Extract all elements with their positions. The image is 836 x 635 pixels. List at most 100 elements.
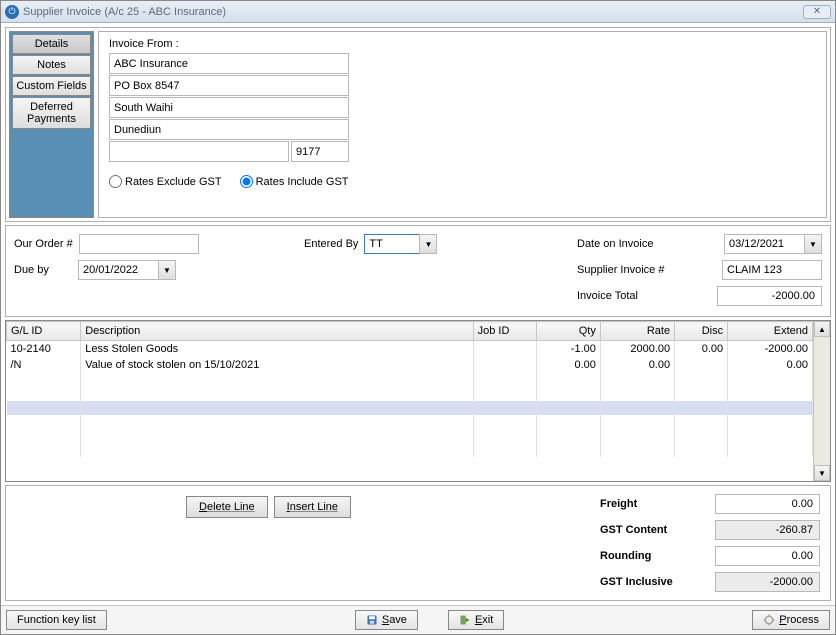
top-section: Details Notes Custom Fields Deferred Pay… (5, 27, 831, 222)
grid-scrollbar[interactable]: ▲ ▼ (813, 321, 830, 481)
date-on-invoice-combo[interactable]: ▼ (724, 234, 822, 254)
cell-gl[interactable]: 10-2140 (7, 341, 81, 358)
titlebar: ⏻ Supplier Invoice (A/c 25 - ABC Insuran… (1, 1, 835, 23)
cell-job[interactable] (473, 357, 537, 373)
col-header-qty[interactable]: Qty (537, 322, 601, 341)
supplier-zip-input[interactable] (291, 141, 349, 162)
content-area: Details Notes Custom Fields Deferred Pay… (1, 23, 835, 605)
col-header-desc[interactable]: Description (81, 322, 473, 341)
cell-ext[interactable]: -2000.00 (728, 341, 813, 358)
date-on-invoice-input[interactable] (724, 234, 804, 254)
table-row-empty[interactable] (7, 443, 813, 457)
entered-by-dropdown[interactable]: ▼ (419, 234, 437, 254)
gst-radio-group: Rates Exclude GST Rates Include GST (109, 175, 816, 188)
cell-qty[interactable]: 0.00 (537, 357, 601, 373)
app-icon: ⏻ (5, 5, 19, 19)
cell-disc[interactable]: 0.00 (675, 341, 728, 358)
table-row-empty[interactable] (7, 429, 813, 443)
insert-line-button[interactable]: Insert Line (274, 496, 351, 518)
supplier-addr3-input[interactable] (109, 119, 349, 140)
window-frame: ⏻ Supplier Invoice (A/c 25 - ABC Insuran… (0, 0, 836, 635)
scroll-up-button[interactable]: ▲ (814, 321, 830, 337)
table-row-empty[interactable] (7, 373, 813, 387)
radio-include-gst-input[interactable] (240, 175, 253, 188)
due-by-label: Due by (14, 264, 72, 276)
radio-exclude-gst-input[interactable] (109, 175, 122, 188)
mid-section: Our Order # Entered By ▼ Date on Invoice (5, 225, 831, 317)
delete-line-button[interactable]: Delete Line (186, 496, 268, 518)
window-title: Supplier Invoice (A/c 25 - ABC Insurance… (23, 6, 803, 18)
table-row[interactable]: 10-2140 Less Stolen Goods -1.00 2000.00 … (7, 341, 813, 358)
supplier-addr4-input[interactable] (109, 141, 289, 162)
entered-by-input[interactable] (364, 234, 419, 254)
gst-content-value (715, 520, 820, 540)
grid-section: G/L ID Description Job ID Qty Rate Disc … (5, 320, 831, 482)
entered-by-combo[interactable]: ▼ (364, 234, 437, 254)
radio-exclude-gst-label: Rates Exclude GST (125, 176, 222, 188)
lines-grid[interactable]: G/L ID Description Job ID Qty Rate Disc … (6, 321, 813, 457)
statusbar: Function key list Save Exit Process (1, 605, 835, 634)
due-by-combo[interactable]: ▼ (78, 260, 176, 280)
table-row[interactable]: /N Value of stock stolen on 15/10/2021 0… (7, 357, 813, 373)
cell-rate[interactable]: 2000.00 (600, 341, 674, 358)
totals-section: Delete Line Insert Line Freight GST Cont… (5, 485, 831, 601)
gst-inclusive-value (715, 572, 820, 592)
cell-rate[interactable]: 0.00 (600, 357, 674, 373)
exit-button[interactable]: Exit (448, 610, 504, 630)
freight-input[interactable] (715, 494, 820, 514)
col-header-disc[interactable]: Disc (675, 322, 728, 341)
our-order-label: Our Order # (14, 238, 73, 250)
process-icon (763, 614, 775, 626)
tab-notes[interactable]: Notes (12, 55, 91, 75)
col-header-job[interactable]: Job ID (473, 322, 537, 341)
col-header-rate[interactable]: Rate (600, 322, 674, 341)
table-row-empty[interactable] (7, 415, 813, 429)
gst-inclusive-label: GST Inclusive (600, 576, 705, 588)
radio-exclude-gst[interactable]: Rates Exclude GST (109, 175, 222, 188)
cell-desc[interactable]: Less Stolen Goods (81, 341, 473, 358)
scroll-down-button[interactable]: ▼ (814, 465, 830, 481)
rounding-input[interactable] (715, 546, 820, 566)
supplier-addr1-input[interactable] (109, 75, 349, 96)
col-header-gl[interactable]: G/L ID (7, 322, 81, 341)
cell-disc[interactable] (675, 357, 728, 373)
date-on-invoice-label: Date on Invoice (577, 238, 682, 250)
invoice-from-panel: Invoice From : Rates Exclude GST (98, 31, 827, 218)
cell-qty[interactable]: -1.00 (537, 341, 601, 358)
table-row-selected[interactable] (7, 401, 813, 415)
radio-include-gst[interactable]: Rates Include GST (240, 175, 349, 188)
freight-label: Freight (600, 498, 705, 510)
due-by-input[interactable] (78, 260, 158, 280)
save-button[interactable]: Save (355, 610, 418, 630)
save-icon (366, 614, 378, 626)
cell-gl[interactable]: /N (7, 357, 81, 373)
close-button[interactable]: ✕ (803, 5, 831, 19)
cell-ext[interactable]: 0.00 (728, 357, 813, 373)
cell-desc[interactable]: Value of stock stolen on 15/10/2021 (81, 357, 473, 373)
table-row-empty[interactable] (7, 387, 813, 401)
supplier-name-input[interactable] (109, 53, 349, 74)
due-by-dropdown[interactable]: ▼ (158, 260, 176, 280)
tab-deferred-payments[interactable]: Deferred Payments (12, 97, 91, 129)
our-order-input[interactable] (79, 234, 199, 254)
entered-by-label: Entered By (304, 238, 358, 250)
invoice-total-value (717, 286, 822, 306)
tab-deferred-line2: Payments (27, 113, 76, 125)
invoice-total-label: Invoice Total (577, 290, 682, 302)
cell-job[interactable] (473, 341, 537, 358)
supplier-addr2-input[interactable] (109, 97, 349, 118)
function-key-list-button[interactable]: Function key list (6, 610, 107, 630)
supplier-invoice-label: Supplier Invoice # (577, 264, 682, 276)
side-tabs: Details Notes Custom Fields Deferred Pay… (9, 31, 94, 218)
rounding-label: Rounding (600, 550, 705, 562)
tab-deferred-line1: Deferred (30, 101, 73, 113)
tab-details[interactable]: Details (12, 34, 91, 54)
gst-content-label: GST Content (600, 524, 705, 536)
supplier-invoice-input[interactable] (722, 260, 822, 280)
invoice-from-label: Invoice From : (109, 38, 816, 50)
exit-icon (459, 614, 471, 626)
col-header-ext[interactable]: Extend (728, 322, 813, 341)
tab-custom-fields[interactable]: Custom Fields (12, 76, 91, 96)
process-button[interactable]: Process (752, 610, 830, 630)
date-on-invoice-dropdown[interactable]: ▼ (804, 234, 822, 254)
